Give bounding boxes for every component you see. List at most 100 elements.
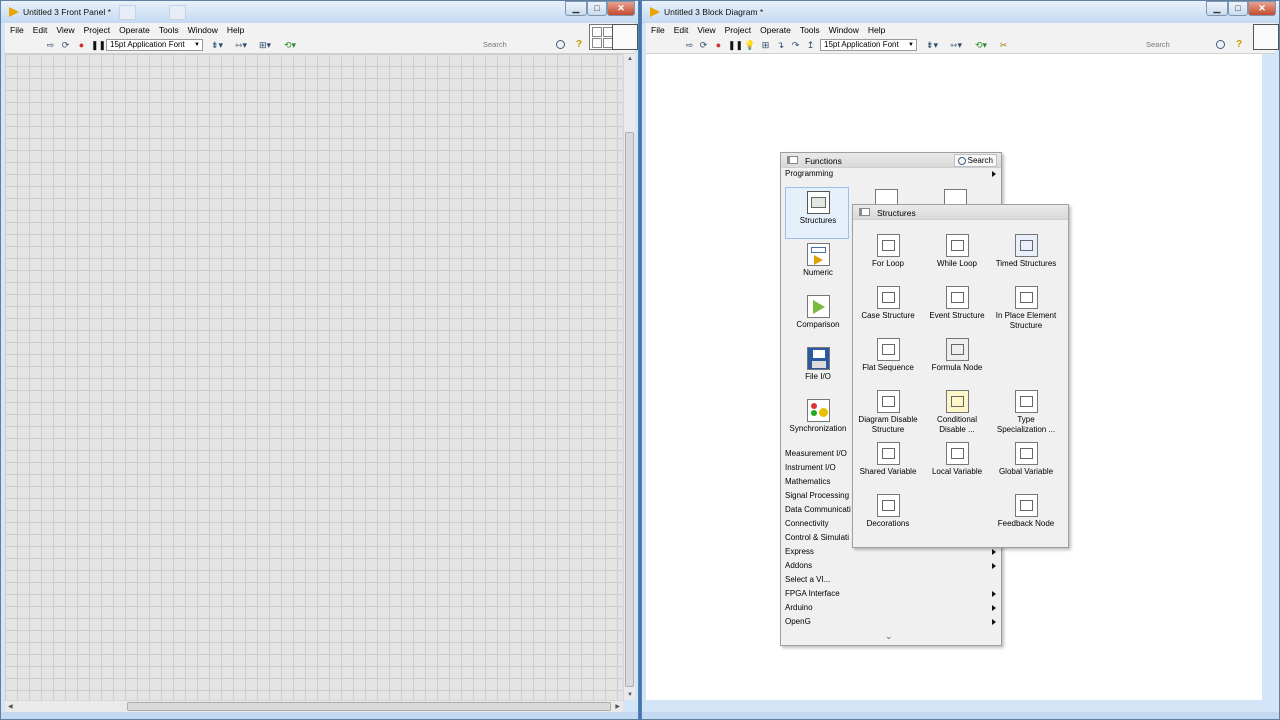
- menu-operate[interactable]: Operate: [114, 23, 154, 37]
- maximize-button[interactable]: □: [587, 1, 607, 16]
- menu-edit[interactable]: Edit: [28, 23, 52, 37]
- palette-item-shared-variable[interactable]: Shared Variable: [855, 442, 921, 477]
- align-objects-icon[interactable]: ⇟▾: [209, 40, 225, 50]
- vertical-scrollbar[interactable]: ▲ ▼: [623, 54, 635, 700]
- menu-edit[interactable]: Edit: [669, 23, 693, 37]
- menu-tools[interactable]: Tools: [154, 23, 183, 37]
- menu-project[interactable]: Project: [79, 23, 114, 37]
- font-select[interactable]: 15pt Application Font ▼: [820, 39, 917, 51]
- reorder-icon[interactable]: ⟲▾: [973, 40, 989, 50]
- category-programming[interactable]: Programming: [785, 167, 999, 181]
- menu-view[interactable]: View: [692, 23, 719, 37]
- palette-item-timed-structures[interactable]: Timed Structures: [993, 234, 1059, 269]
- palette-item-file-io[interactable]: File I/O: [785, 347, 851, 382]
- category-arduino[interactable]: Arduino: [785, 601, 999, 615]
- close-button[interactable]: ✕: [607, 1, 635, 16]
- category-label: Signal Processing: [785, 491, 850, 500]
- menu-file[interactable]: File: [5, 23, 28, 37]
- search-icon[interactable]: [556, 40, 565, 49]
- step-into-icon[interactable]: ↴: [775, 40, 786, 50]
- menu-window[interactable]: Window: [183, 23, 222, 37]
- palette-item-conditional-disable[interactable]: Conditional Disable ...: [924, 390, 990, 435]
- vi-icon[interactable]: [612, 24, 638, 50]
- context-help-icon[interactable]: ?: [576, 39, 582, 50]
- step-over-icon[interactable]: ↷: [790, 40, 801, 50]
- front-panel-window[interactable]: Untitled 3 Front Panel * ▁ □ ✕ File Edit V…: [0, 0, 639, 720]
- abort-icon[interactable]: ●: [713, 40, 724, 50]
- scroll-thumb[interactable]: [625, 132, 634, 687]
- palette-item-in-place-element[interactable]: In Place Element Structure: [993, 286, 1059, 331]
- category-openg[interactable]: OpenG: [785, 615, 999, 629]
- structures-palette[interactable]: Structures For Loop While Loop Timed Struc…: [852, 204, 1069, 548]
- palette-item-structures[interactable]: Structures: [785, 191, 851, 226]
- palette-item-comparison[interactable]: Comparison: [785, 295, 851, 330]
- search-icon[interactable]: [1216, 40, 1225, 49]
- palette-item-decorations[interactable]: Decorations: [855, 494, 921, 529]
- palette-item-while-loop[interactable]: While Loop: [924, 234, 990, 269]
- category-select-a-vi[interactable]: Select a VI...: [785, 573, 999, 587]
- palette-item-local-variable[interactable]: Local Variable: [924, 442, 990, 477]
- menu-window[interactable]: Window: [824, 23, 863, 37]
- palette-item-case-structure[interactable]: Case Structure: [855, 286, 921, 321]
- scroll-left-icon[interactable]: ◀: [8, 703, 13, 710]
- run-continuously-icon[interactable]: ⟳: [698, 40, 709, 50]
- palette-item-diagram-disable[interactable]: Diagram Disable Structure: [855, 390, 921, 435]
- menu-tools[interactable]: Tools: [795, 23, 824, 37]
- retain-wire-values-icon[interactable]: ⊞: [760, 40, 771, 50]
- scroll-down-icon[interactable]: ▼: [627, 692, 633, 698]
- palette-item-numeric[interactable]: Numeric: [785, 243, 851, 278]
- expand-more-icon[interactable]: ⌄: [885, 631, 893, 642]
- title-bar[interactable]: Untitled 3 Front Panel * ▁ □ ✕: [1, 1, 638, 23]
- search-input[interactable]: Search: [475, 39, 565, 51]
- font-select[interactable]: 15pt Application Font ▼: [106, 39, 203, 51]
- scroll-up-icon[interactable]: ▲: [627, 56, 633, 62]
- scroll-right-icon[interactable]: ▶: [615, 703, 620, 710]
- title-bar[interactable]: Untitled 3 Block Diagram * ▁ □ ✕: [642, 1, 1279, 23]
- step-out-icon[interactable]: ↥: [805, 40, 816, 50]
- distribute-objects-icon[interactable]: ⇿▾: [948, 40, 964, 50]
- highlight-execution-icon[interactable]: 💡: [744, 40, 755, 50]
- palette-item-event-structure[interactable]: Event Structure: [924, 286, 990, 321]
- search-input[interactable]: Search: [1138, 39, 1218, 51]
- menu-help[interactable]: Help: [863, 23, 889, 37]
- palette-search-button[interactable]: Search: [953, 154, 997, 167]
- resize-objects-icon[interactable]: ⊞▾: [257, 40, 273, 50]
- reorder-icon[interactable]: ⟲▾: [282, 40, 298, 50]
- palette-item-global-variable[interactable]: Global Variable: [993, 442, 1059, 477]
- menu-bar: File Edit View Project Operate Tools Window Hel…: [646, 23, 1275, 37]
- pause-icon[interactable]: ❚❚: [91, 40, 106, 50]
- palette-item-feedback-node[interactable]: Feedback Node: [993, 494, 1059, 529]
- menu-view[interactable]: View: [51, 23, 78, 37]
- menu-file[interactable]: File: [646, 23, 669, 37]
- align-objects-icon[interactable]: ⇟▾: [924, 40, 940, 50]
- horizontal-scrollbar[interactable]: ◀ ▶: [5, 700, 623, 712]
- item-label: Case Structure: [861, 311, 915, 320]
- menu-help[interactable]: Help: [222, 23, 248, 37]
- minimize-button[interactable]: ▁: [565, 1, 587, 16]
- distribute-objects-icon[interactable]: ⇿▾: [233, 40, 249, 50]
- run-arrow-icon[interactable]: ⇨: [684, 40, 695, 50]
- menu-project[interactable]: Project: [720, 23, 755, 37]
- palette-item-flat-sequence[interactable]: Flat Sequence: [855, 338, 921, 373]
- category-addons[interactable]: Addons: [785, 559, 999, 573]
- close-button[interactable]: ✕: [1248, 1, 1276, 16]
- maximize-button[interactable]: □: [1228, 1, 1248, 16]
- category-fpga-interface[interactable]: FPGA Interface: [785, 587, 999, 601]
- palette-item-formula-node[interactable]: Formula Node: [924, 338, 990, 373]
- palette-item-for-loop[interactable]: For Loop: [855, 234, 921, 269]
- minimize-button[interactable]: ▁: [1206, 1, 1228, 16]
- palette-item-type-specialization[interactable]: Type Specialization ...: [993, 390, 1059, 435]
- front-panel-canvas[interactable]: [5, 54, 622, 700]
- palette-item-synchronization[interactable]: Synchronization: [785, 399, 851, 434]
- run-arrow-icon[interactable]: ⇨: [45, 40, 56, 50]
- menu-operate[interactable]: Operate: [755, 23, 795, 37]
- pin-icon[interactable]: [787, 156, 798, 164]
- abort-icon[interactable]: ●: [76, 40, 87, 50]
- scroll-thumb[interactable]: [127, 702, 611, 711]
- pause-icon[interactable]: ❚❚: [728, 40, 743, 50]
- clean-up-diagram-icon[interactable]: ✂: [998, 40, 1009, 50]
- vi-icon[interactable]: [1253, 24, 1279, 50]
- pin-icon[interactable]: [859, 208, 870, 216]
- run-continuously-icon[interactable]: ⟳: [60, 40, 71, 50]
- context-help-icon[interactable]: ?: [1236, 39, 1242, 50]
